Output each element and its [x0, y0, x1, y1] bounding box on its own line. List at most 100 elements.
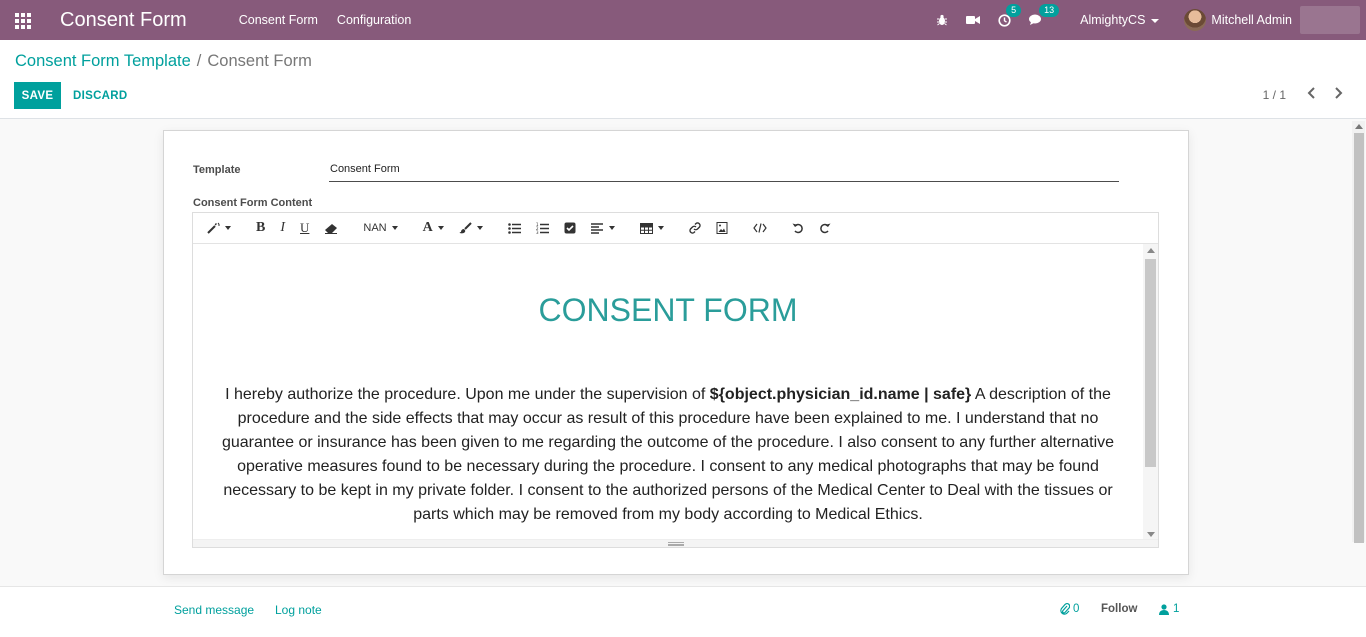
consent-form-heading: CONSENT FORM — [538, 292, 798, 328]
top-navbar: Consent Form Consent Form Configuration … — [0, 0, 1366, 40]
template-field[interactable]: Consent Form — [329, 163, 1119, 182]
pager-value[interactable]: 1 / 1 — [1263, 88, 1286, 102]
html-editor: B I U NAN A 123 CONSENT FORM I hereby au… — [192, 212, 1159, 548]
undo-button[interactable] — [792, 218, 804, 238]
user-name: Mitchell Admin — [1211, 13, 1292, 27]
caret-down-icon — [476, 226, 483, 230]
editor-resize-handle[interactable] — [193, 539, 1158, 547]
breadcrumb-parent-link[interactable]: Consent Form Template — [15, 52, 191, 71]
debug-bug-icon[interactable] — [936, 14, 948, 26]
code-view-button[interactable] — [753, 218, 767, 238]
image-icon — [716, 222, 728, 234]
systray: 5 13 AlmightyCS Mitchell Admin — [936, 0, 1366, 40]
activity-badge: 5 — [1006, 3, 1022, 17]
eraser-icon — [325, 223, 338, 234]
table-dropdown[interactable] — [639, 218, 664, 238]
send-message-button[interactable]: Send message — [174, 603, 254, 617]
breadcrumb-separator: / — [196, 52, 202, 70]
caret-down-icon — [608, 226, 615, 230]
unordered-list-button[interactable] — [507, 218, 521, 238]
control-panel: Consent Form Template / Consent Form SAV… — [0, 40, 1366, 119]
editor-toolbar: B I U NAN A 123 — [193, 213, 1158, 244]
user-menu[interactable]: Mitchell Admin — [1184, 6, 1366, 34]
clear-format-eraser-button[interactable] — [324, 218, 338, 238]
log-note-button[interactable]: Log note — [275, 603, 322, 617]
link-icon — [689, 222, 701, 234]
database-name-redacted — [1300, 6, 1360, 34]
pager-previous-icon[interactable] — [1306, 86, 1318, 100]
menu-item-consent-form[interactable]: Consent Form — [239, 13, 318, 27]
background-color-dropdown[interactable] — [459, 218, 483, 238]
company-switcher[interactable]: AlmightyCS — [1080, 13, 1160, 27]
menu-item-configuration[interactable]: Configuration — [337, 13, 411, 27]
save-button[interactable]: SAVE — [14, 82, 61, 109]
page-vertical-scrollbar[interactable] — [1352, 121, 1365, 543]
paragraph-text-after: A description of the procedure and the s… — [221, 386, 1115, 523]
table-icon — [639, 222, 653, 234]
paint-brush-icon — [459, 222, 472, 234]
bold-button[interactable]: B — [256, 218, 265, 238]
content-label: Consent Form Content — [193, 197, 313, 209]
breadcrumb: Consent Form Template / Consent Form — [15, 52, 312, 71]
caret-down-icon — [391, 226, 398, 230]
list-ul-icon — [507, 222, 521, 234]
scroll-up-arrow-icon[interactable] — [1355, 124, 1363, 129]
chatter-topbar: Send message Log note 0 Follow 1 — [0, 586, 1366, 637]
undo-icon — [792, 223, 803, 234]
discard-button[interactable]: DISCARD — [73, 82, 128, 109]
page-scroll-thumb[interactable] — [1354, 133, 1364, 543]
magic-wand-icon — [207, 222, 220, 234]
activity-clock-icon[interactable]: 5 — [998, 3, 1022, 27]
video-camera-icon[interactable] — [966, 15, 981, 25]
consent-form-paragraph: I hereby authorize the procedure. Upon m… — [211, 383, 1125, 527]
grip-lines-icon — [668, 542, 684, 546]
caret-down-icon — [437, 226, 444, 230]
font-color-dropdown[interactable]: A — [423, 218, 444, 238]
svg-text:3: 3 — [536, 230, 539, 234]
template-label: Template — [193, 164, 241, 176]
caret-down-icon — [225, 226, 231, 230]
editor-vertical-scrollbar[interactable] — [1143, 244, 1158, 541]
list-ol-icon: 123 — [536, 222, 549, 234]
attachment-count: 0 — [1073, 603, 1080, 615]
paperclip-icon — [1060, 603, 1070, 615]
style-magic-wand-dropdown[interactable] — [207, 218, 231, 238]
redo-button[interactable] — [819, 218, 831, 238]
editor-content-area[interactable]: CONSENT FORM I hereby authorize the proc… — [193, 244, 1143, 541]
message-badge: 13 — [1039, 4, 1060, 17]
checklist-button[interactable] — [564, 218, 576, 238]
follow-button[interactable]: Follow — [1101, 603, 1137, 615]
font-size-value: NAN — [363, 222, 387, 234]
align-left-icon — [590, 222, 603, 234]
underline-button[interactable]: U — [300, 218, 309, 238]
follower-count: 1 — [1173, 603, 1180, 615]
attachments-button[interactable]: 0 — [1060, 603, 1079, 615]
followers-button[interactable]: 1 — [1159, 603, 1179, 615]
main-menu: Consent Form Configuration — [239, 13, 431, 27]
scroll-up-arrow-icon[interactable] — [1147, 248, 1155, 253]
apps-menu-icon[interactable] — [15, 13, 31, 29]
editor-scroll-thumb[interactable] — [1145, 259, 1156, 467]
redo-icon — [819, 223, 831, 234]
messaging-comments-icon[interactable]: 13 — [1029, 4, 1060, 26]
insert-image-button[interactable] — [716, 218, 728, 238]
user-icon — [1159, 603, 1169, 615]
font-color-icon: A — [422, 220, 433, 235]
caret-down-icon — [1151, 18, 1160, 23]
ordered-list-button[interactable]: 123 — [536, 218, 549, 238]
caret-down-icon — [657, 226, 664, 230]
form-sheet: Template Consent Form Consent Form Conte… — [163, 130, 1189, 575]
italic-button[interactable]: I — [280, 218, 285, 238]
paragraph-align-dropdown[interactable] — [590, 218, 615, 238]
app-brand: Consent Form — [60, 8, 187, 31]
physician-placeholder: ${object.physician_id.name | safe} — [709, 386, 972, 403]
code-icon — [753, 223, 767, 233]
user-avatar — [1184, 9, 1207, 31]
pager-next-icon[interactable] — [1332, 86, 1344, 100]
company-name: AlmightyCS — [1080, 13, 1146, 27]
font-size-dropdown[interactable]: NAN — [363, 218, 398, 238]
scroll-down-arrow-icon[interactable] — [1147, 532, 1155, 537]
insert-link-button[interactable] — [689, 218, 701, 238]
check-square-icon — [564, 222, 576, 234]
paragraph-text-before: I hereby authorize the procedure. Upon m… — [225, 386, 710, 403]
